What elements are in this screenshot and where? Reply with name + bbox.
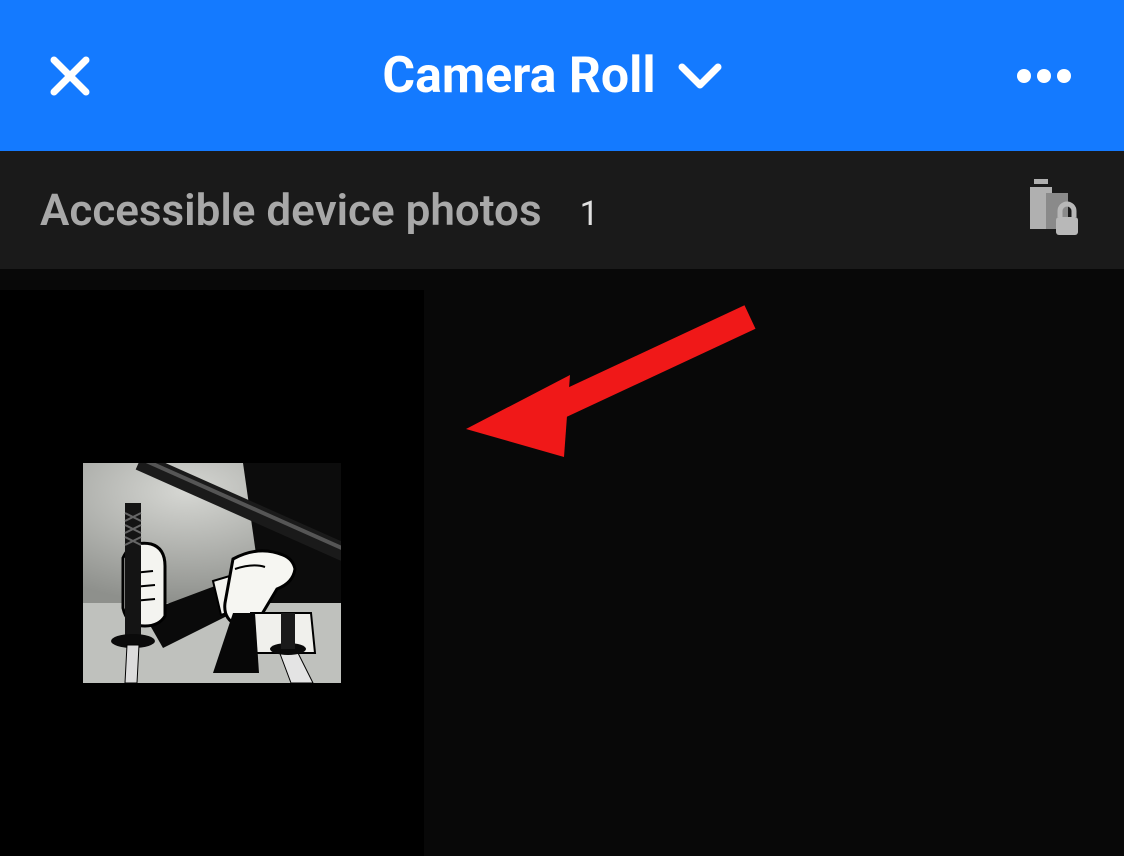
close-button[interactable] xyxy=(40,46,100,106)
photo-thumbnail[interactable] xyxy=(0,290,424,856)
thumbnail-image xyxy=(83,463,341,683)
album-dropdown[interactable]: Camera Roll xyxy=(382,47,721,105)
more-button[interactable] xyxy=(1004,46,1084,106)
device-lock-icon xyxy=(1022,177,1084,239)
section-header-left: Accessible device photos 1 xyxy=(40,184,599,236)
permissions-button[interactable] xyxy=(1022,177,1084,243)
close-icon xyxy=(48,54,92,98)
chevron-down-icon xyxy=(678,61,722,91)
photo-count: 1 xyxy=(580,194,599,234)
album-title: Camera Roll xyxy=(382,47,655,105)
annotation-arrow xyxy=(460,297,760,457)
app-header: Camera Roll xyxy=(0,0,1124,151)
section-header: Accessible device photos 1 xyxy=(0,151,1124,269)
section-title: Accessible device photos xyxy=(40,184,542,236)
photo-grid xyxy=(0,269,1124,856)
more-horizontal-icon xyxy=(1014,66,1074,86)
